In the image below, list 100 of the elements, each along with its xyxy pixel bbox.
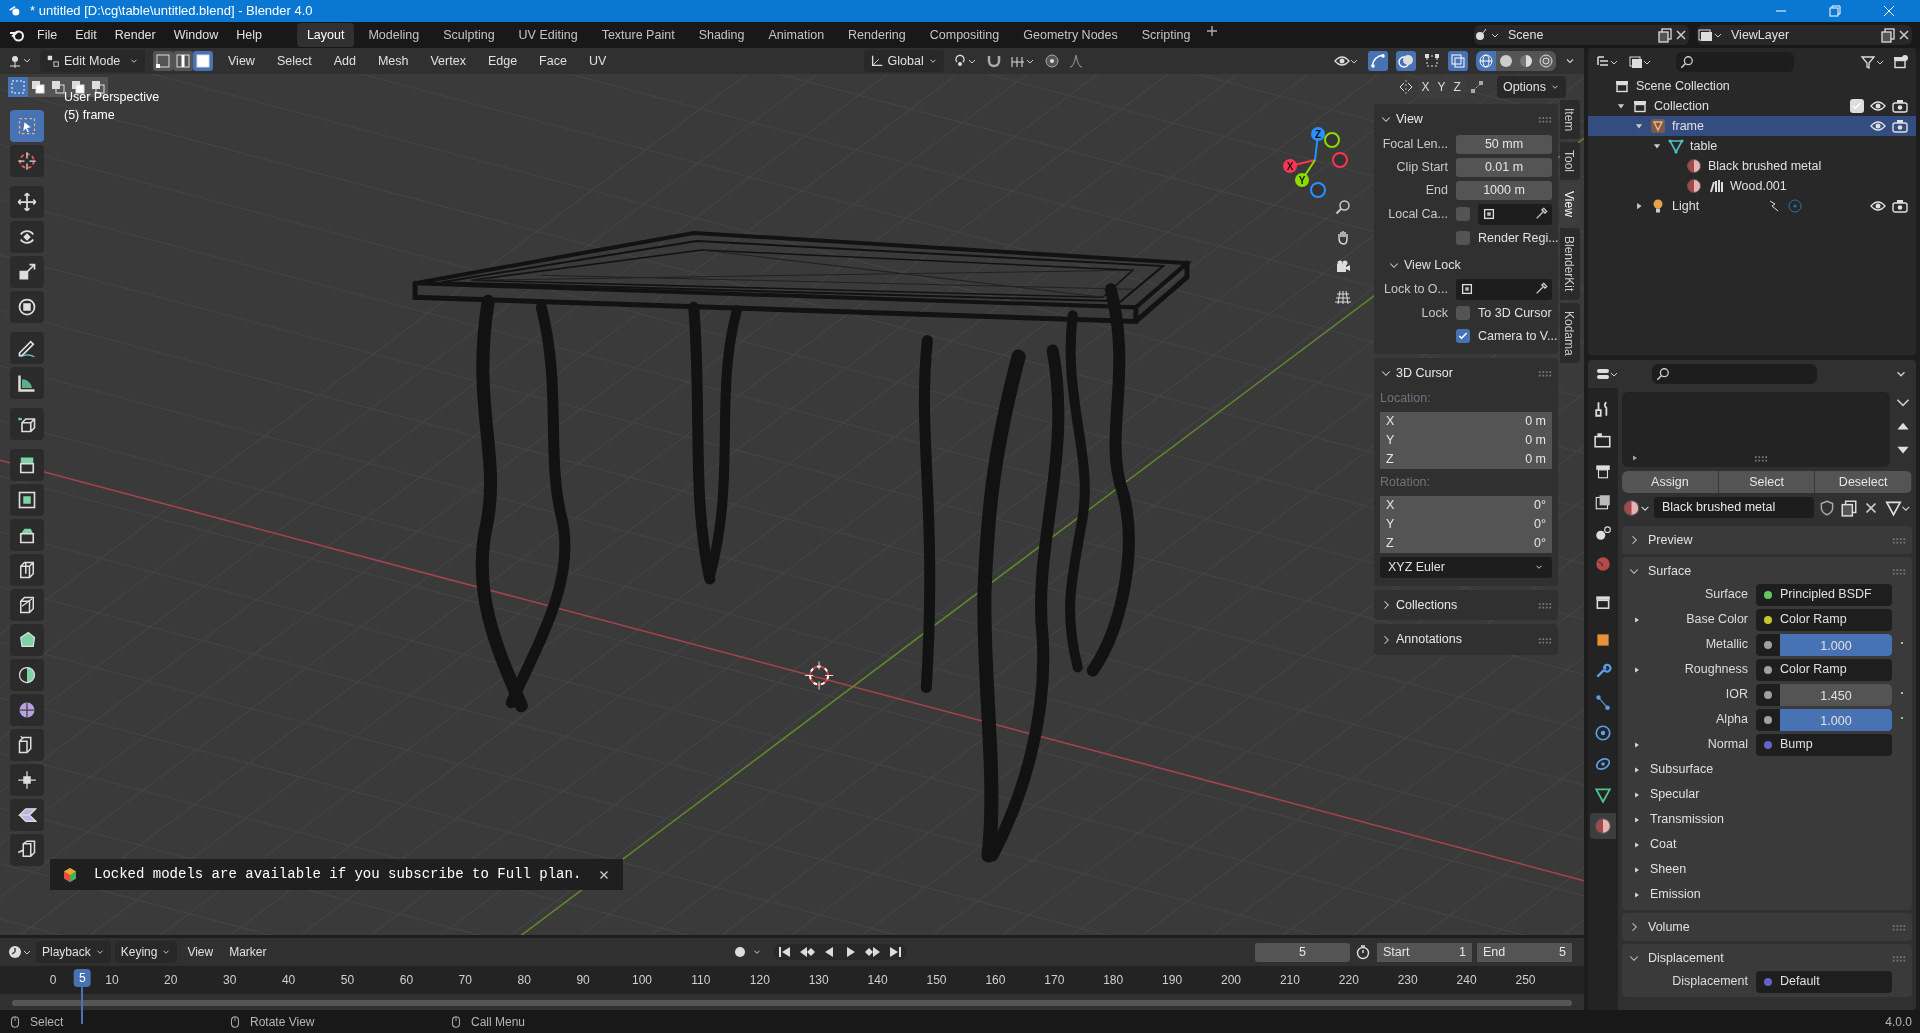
checkbox-label[interactable]: Camera to V...	[1478, 326, 1558, 346]
workspace-tab[interactable]: Scripting	[1131, 22, 1201, 48]
menu-item[interactable]: Help	[229, 23, 269, 47]
number-field[interactable]: 50 mm	[1456, 134, 1552, 154]
frame-number: 240	[1456, 972, 1477, 989]
number-slider[interactable]: 1.000	[1780, 708, 1892, 731]
slot-button[interactable]: Assign	[1622, 471, 1719, 493]
menu-item[interactable]: Edge	[480, 49, 525, 73]
window-title: * untitled [D:\cg\table\untitled.blend] - Blender 4.0	[30, 2, 314, 21]
frame-number: 140	[867, 972, 888, 989]
workspace-tab[interactable]: Compositing	[919, 22, 1010, 48]
menu-dropdown[interactable]: Keying	[114, 941, 178, 963]
workspace-tab[interactable]: Shading	[688, 22, 755, 48]
menu-item[interactable]: Marker	[223, 941, 273, 963]
sidebar-tab[interactable]: Item	[1560, 100, 1580, 140]
workspace-tab[interactable]: Animation	[758, 22, 835, 48]
outliner-row[interactable]: table	[1588, 136, 1916, 156]
outliner-row[interactable]: Black brushed metal	[1588, 156, 1916, 176]
mirror-axis-toggle[interactable]: X	[1417, 76, 1434, 98]
start-frame-field[interactable]: Start 1	[1377, 942, 1472, 962]
status-hint: Call Menu	[471, 1013, 526, 1031]
slot-button[interactable]: Deselect	[1815, 471, 1912, 493]
workspace-tab[interactable]: UV Editing	[508, 22, 588, 48]
panel-title[interactable]: View	[1396, 110, 1534, 129]
linked-node-field[interactable]: Principled BSDF	[1756, 583, 1892, 606]
outliner-row[interactable]: Light	[1588, 196, 1916, 216]
dropdown-field[interactable]: XYZ Euler	[1380, 556, 1552, 578]
menu-item[interactable]: Vertex	[423, 49, 473, 73]
selector-field[interactable]: ViewLayer	[1697, 25, 1912, 45]
workspace-tab[interactable]: Texture Paint	[591, 22, 685, 48]
linked-node-field[interactable]: Bump	[1756, 733, 1892, 756]
workspace-tab[interactable]: Geometry Nodes	[1013, 22, 1128, 48]
menu-item[interactable]: Add	[326, 49, 363, 73]
frame-number: 90	[576, 972, 590, 989]
outliner-row[interactable]: Scene Collection	[1588, 76, 1916, 96]
orientation-dropdown[interactable]: Global	[863, 49, 944, 73]
panel-title[interactable]: 3D Cursor	[1396, 363, 1534, 383]
current-frame-field[interactable]: 5	[1255, 942, 1350, 962]
field-label: End	[1424, 181, 1448, 199]
panel-title[interactable]: Surface	[1648, 561, 1884, 581]
field-label: Normal	[1706, 736, 1748, 754]
linked-node-field[interactable]: Default	[1756, 970, 1892, 993]
vector-field[interactable]: X 0°	[1380, 495, 1552, 515]
frame-number: 180	[1103, 972, 1124, 989]
subsection-label[interactable]: Subsurface	[1650, 760, 1714, 779]
field-label: Surface	[1703, 586, 1748, 604]
sidebar-tab[interactable]: Tool	[1560, 142, 1580, 181]
axis-handle[interactable]: Z	[1311, 127, 1325, 161]
number-field[interactable]: 1000 m	[1456, 180, 1552, 200]
checkbox-label[interactable]: Render Regi...	[1478, 228, 1559, 248]
frame-number: 130	[808, 972, 829, 989]
menu-item[interactable]: Select	[269, 49, 319, 73]
number-field[interactable]: 0.01 m	[1456, 157, 1552, 177]
subpanel-title[interactable]: View Lock	[1404, 255, 1461, 275]
slot-button[interactable]: Select	[1718, 471, 1816, 493]
sidebar-tab[interactable]: Kodama	[1560, 302, 1580, 364]
subsection-label[interactable]: Transmission	[1650, 810, 1724, 829]
options-dropdown[interactable]: Options	[1496, 75, 1566, 99]
workspace-tab[interactable]: Rendering	[838, 22, 916, 48]
panel-title[interactable]: Displacement	[1648, 948, 1884, 968]
field-label: Roughness	[1683, 661, 1748, 679]
selector-field[interactable]: Scene	[1474, 25, 1689, 45]
menu-item[interactable]: File	[30, 23, 65, 47]
material-name-field[interactable]: Black brushed metal	[1654, 497, 1814, 518]
subsection-label[interactable]: Sheen	[1650, 860, 1687, 879]
number-slider[interactable]: 1.000	[1780, 633, 1892, 656]
linked-node-field[interactable]: Color Ramp	[1756, 608, 1892, 631]
sidebar-tab[interactable]: BlenderKit	[1560, 228, 1580, 300]
menu-item[interactable]: Edit	[68, 23, 104, 47]
menu-item[interactable]: Face	[532, 49, 574, 73]
menu-item[interactable]: Render	[107, 23, 163, 47]
linked-node-field[interactable]: Color Ramp	[1756, 658, 1892, 681]
outliner-row[interactable]: frame	[1588, 116, 1916, 136]
subsection-label[interactable]: Emission	[1650, 885, 1701, 904]
menu-item[interactable]: UV	[581, 49, 614, 73]
menu-item[interactable]: Mesh	[370, 49, 416, 73]
menu-dropdown[interactable]: Playback	[36, 941, 111, 963]
number-field[interactable]: 1.450	[1780, 683, 1892, 706]
menu-item[interactable]: Window	[166, 23, 226, 47]
workspace-tab[interactable]: Sculpting	[433, 22, 505, 48]
frame-number: 190	[1162, 972, 1183, 989]
vector-field[interactable]: X 0 m	[1380, 411, 1552, 431]
field-label: Metallic	[1704, 636, 1748, 654]
playhead-frame-label[interactable]: 5	[74, 969, 91, 987]
menu-item[interactable]: View	[181, 941, 220, 963]
outliner-row[interactable]: Collection	[1588, 96, 1916, 116]
frame-number: 70	[458, 972, 472, 989]
frame-number: 200	[1221, 972, 1241, 989]
view-name-label: User Perspective	[64, 89, 160, 106]
subsection-label[interactable]: Coat	[1650, 835, 1677, 854]
end-frame-field[interactable]: End 5	[1477, 942, 1572, 962]
checkbox-label[interactable]: To 3D Cursor	[1478, 303, 1552, 323]
section-label: Rotation:	[1380, 473, 1431, 491]
workspace-tab[interactable]: Layout	[296, 22, 355, 48]
menu-item[interactable]: View	[221, 49, 262, 73]
mode-dropdown[interactable]: Edit Mode	[40, 49, 145, 73]
outliner-row[interactable]: Wood.001	[1588, 176, 1916, 196]
workspace-tab[interactable]: Modeling	[358, 22, 430, 48]
subsection-label[interactable]: Specular	[1650, 785, 1700, 804]
axis-handle[interactable]: X	[1283, 159, 1316, 173]
